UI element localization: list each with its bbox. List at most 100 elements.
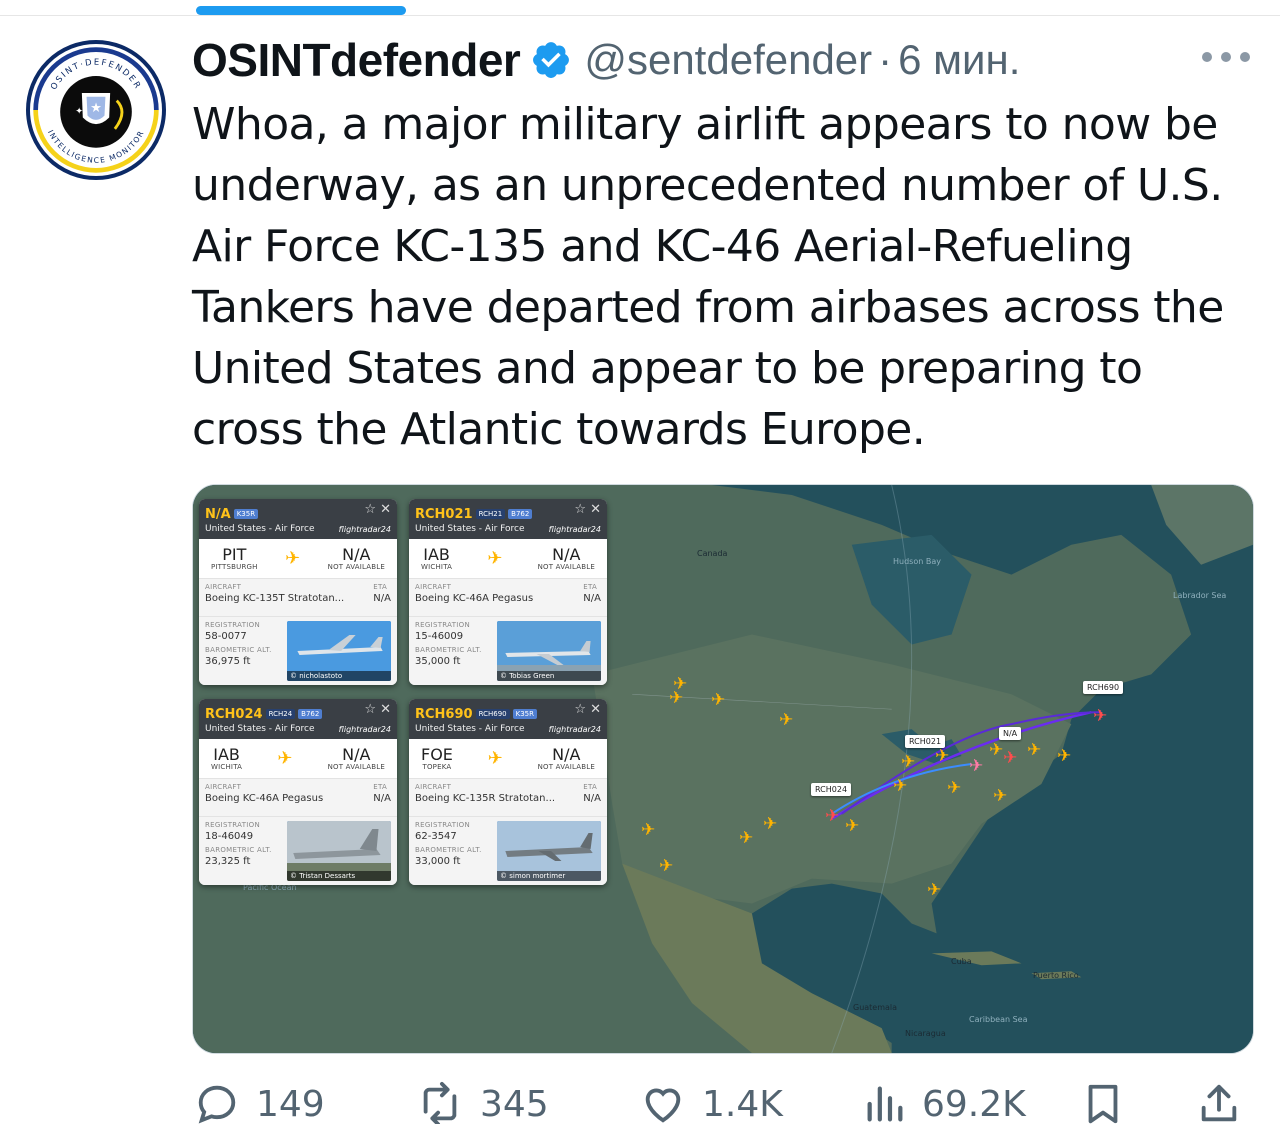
flight-tag: RCH21 [475, 509, 506, 519]
handle[interactable]: @sentdefender [584, 36, 872, 84]
star-close-icon[interactable]: ☆ ✕ [574, 702, 601, 717]
dot-icon [1202, 52, 1212, 62]
reply-icon [198, 1085, 236, 1124]
flight-route: IAB WICHITA ✈ N/A NOT AVAILABLE [409, 539, 607, 579]
origin-code: IAB [213, 744, 240, 764]
flight-card[interactable]: N/A K35R ☆ ✕ United States - Air Force fl… [199, 499, 397, 685]
aircraft-icon[interactable]: ✈ [641, 821, 655, 838]
photo-credit: © Tristan Dessarts [287, 871, 391, 881]
flight-callsign: RCH690 [415, 707, 473, 722]
reply-button[interactable]: 149 [192, 1076, 325, 1124]
photo-credit: © simon mortimer [497, 871, 601, 881]
aircraft-photo[interactable]: © Tobias Green [497, 621, 601, 681]
aircraft-photo[interactable]: © Tristan Dessarts [287, 821, 391, 881]
flight-tag: B762 [298, 709, 323, 719]
flight-card[interactable]: RCH690 RCH690 K35R ☆ ✕ United States - Air… [409, 699, 607, 885]
aircraft-icon[interactable]: ✈ [1057, 747, 1071, 764]
aircraft-icon[interactable]: ✈ [901, 753, 915, 770]
flight-tag-rch690[interactable]: RCH690 [1083, 681, 1124, 694]
aircraft-row: AIRCRAFT Boeing KC-46A Pegasus ETA N/A [409, 579, 607, 617]
aircraft-icon[interactable]: ✈ [969, 757, 983, 774]
destination-city: NOT AVAILABLE [537, 762, 595, 771]
aircraft-icon[interactable]: ✈ [845, 817, 859, 834]
map-label-guatemala: Guatemala [853, 1003, 898, 1012]
plane-icon: ✈ [487, 548, 503, 569]
tweet-media-image[interactable]: Canada Hudson Bay Labrador Sea Pacific O… [192, 484, 1254, 1054]
share-button[interactable] [1196, 1076, 1242, 1124]
flight-tag-na[interactable]: N/A [999, 727, 1022, 740]
registration-value: 18-46049 [205, 831, 254, 842]
aircraft-icon[interactable]: ✈ [947, 779, 961, 796]
bookmark-button[interactable] [1080, 1076, 1126, 1124]
aircraft-icon[interactable]: ✈ [893, 777, 907, 794]
photo-credit: © nicholastoto [287, 671, 391, 681]
aircraft-icon[interactable]: ✈ [739, 829, 753, 846]
aircraft-icon[interactable]: ✈ [993, 787, 1007, 804]
tweet-text: Whoa, a major military airlift appears t… [192, 99, 1224, 455]
display-name[interactable]: OSINTdefender [192, 33, 521, 87]
destination-code: N/A [552, 544, 581, 564]
tweet-header: OSINTdefender @sentdefender · 6 мин. [192, 30, 1020, 90]
altitude-value: 36,975 ft [205, 656, 251, 667]
svg-text:✦: ✦ [75, 105, 83, 116]
registration-label: REGISTRATION [415, 821, 471, 829]
aircraft-icon[interactable]: ✈ [989, 741, 1003, 758]
aircraft-icon[interactable]: ✈ [1003, 749, 1017, 766]
flightradar24-logo: flightradar24 [338, 725, 391, 734]
verified-badge-icon[interactable] [530, 39, 572, 81]
repost-icon [423, 1081, 457, 1124]
like-button[interactable]: 1.4K [638, 1076, 783, 1124]
aircraft-icon[interactable]: ✈ [669, 689, 683, 706]
eta-label: ETA [583, 783, 598, 791]
origin-code: FOE [421, 744, 453, 764]
repost-button[interactable]: 345 [414, 1076, 549, 1124]
origin-city: WICHITA [211, 762, 243, 771]
aircraft-label: AIRCRAFT [415, 583, 452, 591]
map-label-labrador-sea: Labrador Sea [1173, 591, 1227, 600]
flight-card[interactable]: RCH024 RCH24 B762 ☆ ✕ United States - Air … [199, 699, 397, 885]
aircraft-icon[interactable]: ✈ [1093, 707, 1107, 724]
more-options-icon[interactable] [1196, 42, 1256, 72]
star-close-icon[interactable]: ☆ ✕ [574, 502, 601, 517]
destination-city: NOT AVAILABLE [327, 562, 385, 571]
views-button[interactable]: 69.2K [862, 1076, 1026, 1124]
aircraft-photo[interactable]: © simon mortimer [497, 821, 601, 881]
aircraft-icon[interactable]: ✈ [659, 857, 673, 874]
eta-label: ETA [373, 583, 388, 591]
registration-value: 15-46009 [415, 631, 464, 642]
repost-count: 345 [480, 1083, 549, 1124]
avatar[interactable]: OSINT·DEFENDER INTELLIGENCE MONITOR ★ ✦ [26, 40, 166, 180]
aircraft-icon[interactable]: ✈ [763, 815, 777, 832]
flight-card[interactable]: RCH021 RCH21 B762 ☆ ✕ United States - Air … [409, 499, 607, 685]
flight-tag: B762 [508, 509, 533, 519]
map-label-cuba: Cuba [951, 957, 972, 966]
registration-value: 62-3547 [415, 831, 457, 842]
flight-card-header: RCH021 RCH21 B762 ☆ ✕ United States - Air … [409, 499, 607, 539]
divider [0, 15, 1280, 16]
aircraft-label: AIRCRAFT [205, 583, 242, 591]
eta-label: ETA [583, 583, 598, 591]
origin-code: PIT [222, 544, 247, 564]
dot-icon [1240, 52, 1250, 62]
eta-value: N/A [373, 593, 391, 604]
aircraft-row: AIRCRAFT Boeing KC-46A Pegasus ETA N/A [199, 779, 397, 817]
registration-label: REGISTRATION [205, 621, 261, 629]
aircraft-icon[interactable]: ✈ [779, 711, 793, 728]
timestamp[interactable]: 6 мин. [898, 36, 1020, 84]
star-close-icon[interactable]: ☆ ✕ [364, 502, 391, 517]
bookmark-icon [1088, 1084, 1118, 1124]
star-close-icon[interactable]: ☆ ✕ [364, 702, 391, 717]
aircraft-icon[interactable]: ✈ [825, 807, 839, 824]
flight-tag-rch024[interactable]: RCH024 [811, 783, 852, 796]
flight-card-header: RCH024 RCH24 B762 ☆ ✕ United States - Air … [199, 699, 397, 739]
aircraft-icon[interactable]: ✈ [935, 747, 949, 764]
aircraft-label: AIRCRAFT [205, 783, 242, 791]
aircraft-icon[interactable]: ✈ [1027, 741, 1041, 758]
aircraft-photo[interactable]: © nicholastoto [287, 621, 391, 681]
flightradar24-logo: flightradar24 [548, 725, 601, 734]
aircraft-icon[interactable]: ✈ [711, 691, 725, 708]
aircraft-row: AIRCRAFT Boeing KC-135T Stratotan... ETA N… [199, 579, 397, 617]
registration-value: 58-0077 [205, 631, 247, 642]
flight-tag: RCH24 [265, 709, 296, 719]
aircraft-icon[interactable]: ✈ [927, 881, 941, 898]
